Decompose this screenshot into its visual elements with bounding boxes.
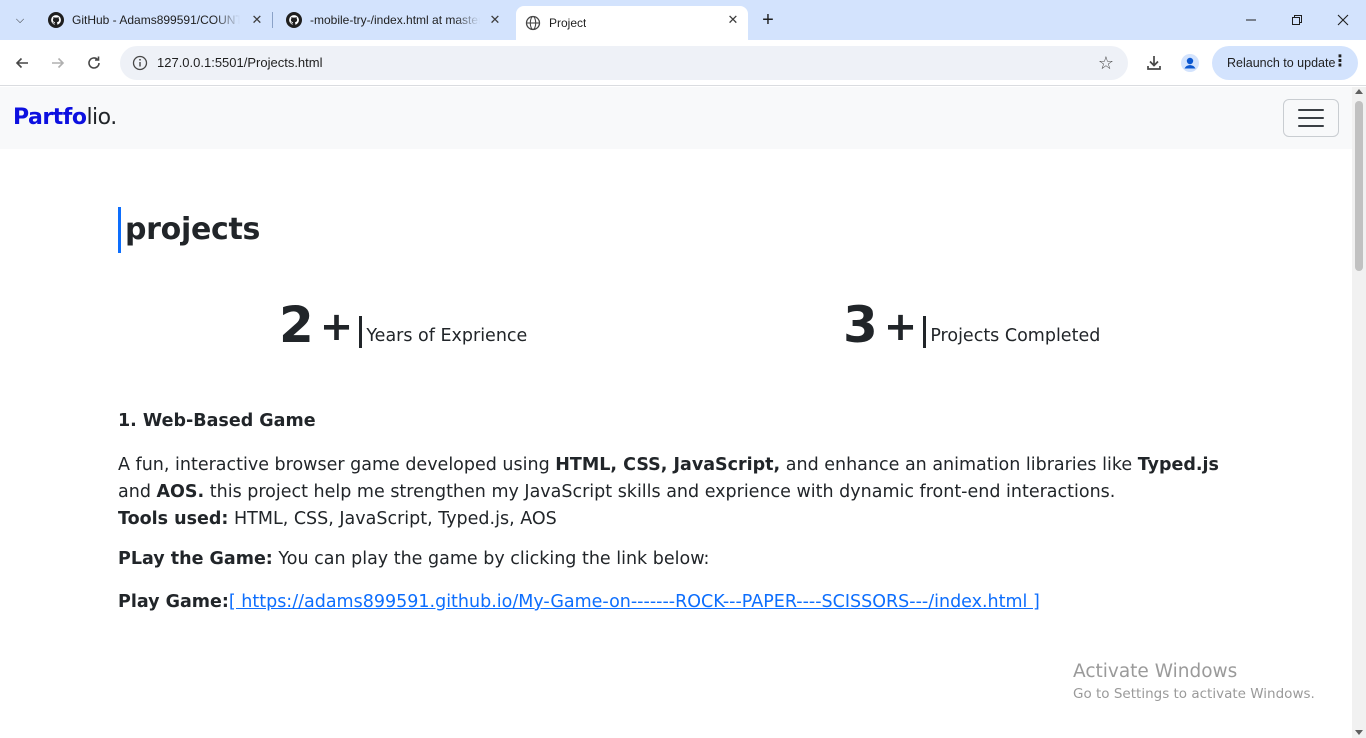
tab-title: -mobile-try-/index.html at master: [310, 13, 480, 27]
scroll-down-icon[interactable]: [1355, 730, 1363, 735]
tab-github-mobile-try[interactable]: -mobile-try-/index.html at master ✕: [278, 6, 510, 34]
downloads-button[interactable]: [1143, 52, 1165, 74]
profile-button[interactable]: [1179, 52, 1201, 74]
profile-icon: [1181, 54, 1199, 72]
hamburger-icon-line: [1298, 125, 1324, 127]
stat-label: Projects Completed: [930, 326, 1101, 346]
menu-toggle-button[interactable]: [1283, 99, 1339, 137]
watermark-title: Activate Windows: [1073, 661, 1238, 682]
minimize-icon: [1246, 19, 1256, 21]
stat-suffix: +: [883, 304, 918, 350]
tools-label: Tools used:: [118, 509, 229, 529]
close-icon[interactable]: ✕: [248, 11, 266, 29]
restore-icon: [1292, 15, 1302, 25]
chevron-down-icon: ⌵: [15, 13, 25, 26]
reload-button[interactable]: [80, 49, 108, 77]
reload-icon: [88, 56, 100, 69]
play-game-label: Play Game:: [118, 592, 229, 612]
desc-text: this project help me strengthen my JavaS…: [204, 482, 1116, 502]
play-game-line: Play Game:[ https://adams899591.github.i…: [118, 592, 1040, 612]
restore-button[interactable]: [1274, 0, 1320, 40]
new-tab-button[interactable]: +: [756, 8, 780, 32]
windows-activation-watermark: Activate Windows Go to Settings to activ…: [1073, 661, 1315, 705]
tab-github-counter[interactable]: GitHub - Adams899591/COUNTER ✕: [40, 6, 272, 34]
tab-title: GitHub - Adams899591/COUNTER: [72, 13, 240, 27]
relaunch-button[interactable]: Relaunch to update ⋮: [1212, 46, 1358, 80]
url-text[interactable]: 127.0.0.1:5501/Projects.html: [157, 55, 323, 70]
play-label: PLay the Game:: [118, 549, 273, 569]
desc-bold: HTML, CSS, JavaScript,: [555, 455, 781, 475]
stat-label: Years of Exprience: [366, 326, 528, 346]
star-icon[interactable]: ☆: [1098, 53, 1114, 74]
page-title: projects: [118, 207, 260, 253]
arrow-right-icon: [52, 57, 65, 69]
stat-years: 2 + Years of Exprience: [279, 297, 527, 353]
stat-projects: 3 + Projects Completed: [843, 297, 1100, 353]
plus-icon: +: [762, 8, 774, 31]
desc-bold: AOS.: [156, 482, 205, 502]
brand-bold: Partfo: [13, 105, 87, 130]
browser-toolbar: 127.0.0.1:5501/Projects.html ☆ Relaunch …: [0, 40, 1366, 86]
relaunch-label: Relaunch to update: [1227, 56, 1336, 70]
tab-search-button[interactable]: ⌵: [8, 8, 32, 32]
brand-rest: lio.: [86, 105, 117, 130]
desc-bold: Typed.js: [1137, 455, 1219, 475]
tools-value: HTML, CSS, JavaScript, Typed.js, AOS: [228, 509, 557, 529]
stat-number: 2: [279, 296, 314, 354]
github-icon: [286, 12, 302, 28]
tab-divider: [272, 12, 273, 28]
watermark-subtitle: Go to Settings to activate Windows.: [1073, 686, 1315, 702]
close-icon[interactable]: ✕: [486, 11, 504, 29]
desc-text: A fun, interactive browser game develope…: [118, 455, 556, 475]
address-bar[interactable]: 127.0.0.1:5501/Projects.html ☆: [120, 46, 1128, 80]
hamburger-icon-line: [1298, 117, 1324, 119]
hamburger-icon-line: [1298, 109, 1324, 111]
arrow-left-icon: [15, 57, 28, 69]
desc-text: and: [118, 482, 157, 502]
tab-project[interactable]: Project ✕: [516, 6, 748, 40]
more-icon[interactable]: ⋮: [1332, 53, 1348, 71]
info-icon[interactable]: [132, 55, 148, 71]
stat-divider: [359, 316, 363, 348]
game-link[interactable]: [ https://adams899591.github.io/My-Game-…: [229, 592, 1040, 612]
close-icon[interactable]: ✕: [724, 11, 742, 29]
play-text: You can play the game by clicking the li…: [272, 549, 710, 569]
project-heading: 1. Web-Based Game: [118, 411, 316, 431]
page-scrollbar[interactable]: [1352, 87, 1366, 738]
globe-icon: [525, 15, 541, 31]
project-description: A fun, interactive browser game develope…: [118, 452, 1228, 533]
play-instructions: PLay the Game: You can play the game by …: [118, 549, 709, 569]
forward-button[interactable]: [44, 49, 72, 77]
back-button[interactable]: [8, 49, 36, 77]
download-icon: [1147, 56, 1161, 70]
scroll-up-icon[interactable]: [1355, 89, 1363, 94]
page-viewport: Partfolio. projects 2 + Years of Exprien…: [0, 87, 1352, 738]
stat-suffix: +: [319, 304, 354, 350]
close-window-button[interactable]: [1320, 0, 1366, 40]
minimize-button[interactable]: [1228, 0, 1274, 40]
stat-divider: [923, 316, 927, 348]
site-brand[interactable]: Partfolio.: [13, 105, 117, 130]
github-icon: [48, 12, 64, 28]
stat-number: 3: [843, 296, 878, 354]
site-navbar: Partfolio.: [0, 87, 1352, 149]
tab-title: Project: [549, 16, 587, 30]
tab-strip: ⌵ GitHub - Adams899591/COUNTER ✕ -mobile…: [0, 0, 1366, 40]
scrollbar-thumb[interactable]: [1355, 101, 1363, 271]
desc-text: and enhance an animation libraries like: [780, 455, 1138, 475]
close-icon: [1337, 14, 1349, 26]
